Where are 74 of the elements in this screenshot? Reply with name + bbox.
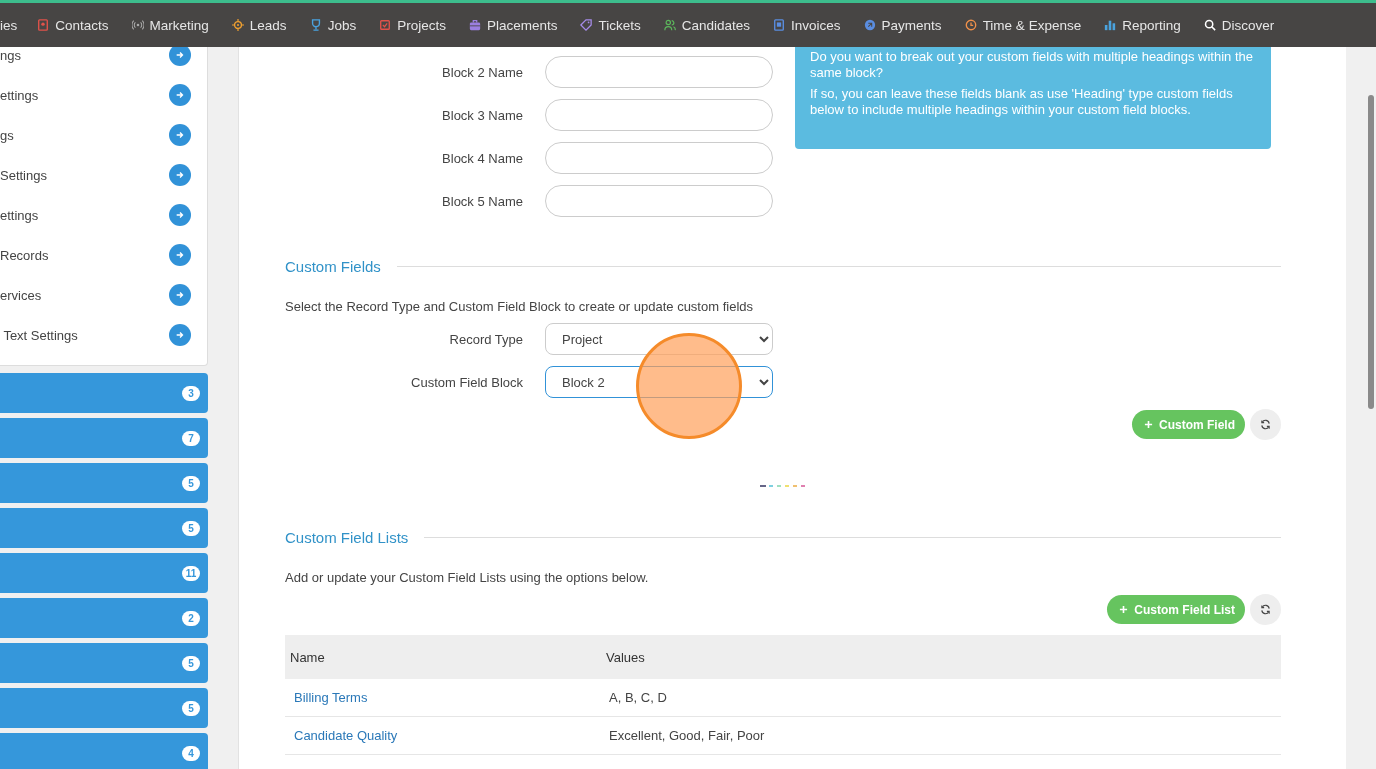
loading-indicator-drawing	[760, 484, 806, 488]
settings-link[interactable]: Settings	[0, 167, 47, 183]
field-label: Block 3 Name	[441, 107, 523, 123]
count-badge: 11	[182, 565, 200, 581]
input-field[interactable]	[545, 56, 773, 88]
nav-link[interactable]: Marketing	[131, 17, 209, 33]
clock-icon	[964, 19, 977, 31]
settings-link[interactable]: gs	[0, 127, 14, 143]
settings-link[interactable]: ettings	[0, 207, 39, 223]
nav-link[interactable]: Placements	[468, 17, 558, 33]
count-badge: 5	[182, 655, 200, 671]
coin-icon	[863, 19, 876, 31]
count-badge: 2	[182, 610, 200, 626]
count-badge: 7	[182, 430, 200, 446]
refresh-button[interactable]	[1250, 409, 1281, 440]
nav-link[interactable]: Payments	[863, 17, 942, 33]
nav-link[interactable]: ies	[0, 17, 18, 33]
field-label: Block 5 Name	[441, 193, 523, 209]
list-name-link[interactable]: Billing Terms	[285, 690, 609, 705]
people-icon	[663, 19, 676, 31]
field-label: Block 4 Name	[441, 150, 523, 166]
refresh-button[interactable]	[1250, 594, 1281, 625]
input-field[interactable]	[545, 142, 773, 174]
scrollbar-thumb[interactable]	[1368, 95, 1374, 409]
nav-link[interactable]: Tickets	[580, 17, 641, 33]
list-name-link[interactable]: Candidate Quality	[285, 728, 609, 743]
trophy-icon	[309, 19, 322, 31]
target-icon	[231, 19, 244, 31]
nav-link[interactable]: Jobs	[309, 17, 357, 33]
table-cell: A, B, C, D	[609, 690, 667, 705]
field-label: Custom Field Block	[410, 374, 523, 390]
count-badge: 3	[182, 385, 200, 401]
refresh-icon	[1260, 419, 1271, 430]
section-description: Add or update your Custom Field Lists using the options below.	[285, 570, 650, 585]
plus-icon	[1144, 420, 1153, 429]
bar-chart-icon	[1104, 19, 1117, 31]
settings-link[interactable]: ettings	[0, 87, 39, 103]
nav-link[interactable]: Invoices	[773, 17, 841, 33]
briefcase-icon	[468, 19, 481, 31]
checkbox-icon	[379, 19, 392, 31]
count-badge: 4	[182, 745, 200, 761]
broadcast-icon	[131, 19, 144, 31]
input-field[interactable]	[545, 185, 773, 217]
search-icon	[1203, 19, 1216, 31]
table-cell: Excellent, Good, Fair, Poor	[609, 728, 765, 743]
nav-link[interactable]: Candidates	[663, 17, 751, 33]
count-badge: 5	[182, 475, 200, 491]
settings-link[interactable]: Records	[0, 247, 49, 263]
document-icon	[773, 19, 786, 31]
nav-link[interactable]: Contacts	[37, 17, 109, 33]
nav-link[interactable]: Projects	[379, 17, 446, 33]
plus-icon	[1119, 605, 1129, 614]
nav-link[interactable]: Discover	[1203, 17, 1275, 33]
tag-icon	[580, 19, 593, 31]
contact-card-icon	[37, 19, 50, 31]
refresh-icon	[1260, 604, 1271, 615]
settings-link[interactable]: ervices	[0, 287, 42, 303]
nav-link[interactable]: Reporting	[1104, 17, 1181, 33]
field-label: Record Type	[448, 331, 523, 347]
settings-link[interactable]: ngs	[0, 47, 21, 63]
count-badge: 5	[182, 700, 200, 716]
info-text: Do you want to break out your custom fields with multiple headings within the same block?	[810, 49, 1254, 81]
section-heading: Custom Fields	[285, 258, 381, 275]
column-header: Name	[289, 649, 326, 665]
column-header: Values	[606, 649, 645, 665]
section-description: Select the Record Type and Custom Field Block to create or update custom fields	[285, 299, 754, 314]
section-heading: Custom Field Lists	[285, 529, 409, 546]
input-field[interactable]	[545, 99, 773, 131]
nav-link[interactable]: Time & Expense	[964, 17, 1082, 33]
settings-link[interactable]: Text Settings	[0, 327, 78, 343]
nav-link[interactable]: Leads	[231, 17, 287, 33]
count-badge: 5	[182, 520, 200, 536]
info-text: If so, you can leave these fields blank as use 'Heading' type custom fields below to include multiple headings within your custom field blocks.	[810, 86, 1234, 118]
field-label: Block 2 Name	[441, 64, 523, 80]
